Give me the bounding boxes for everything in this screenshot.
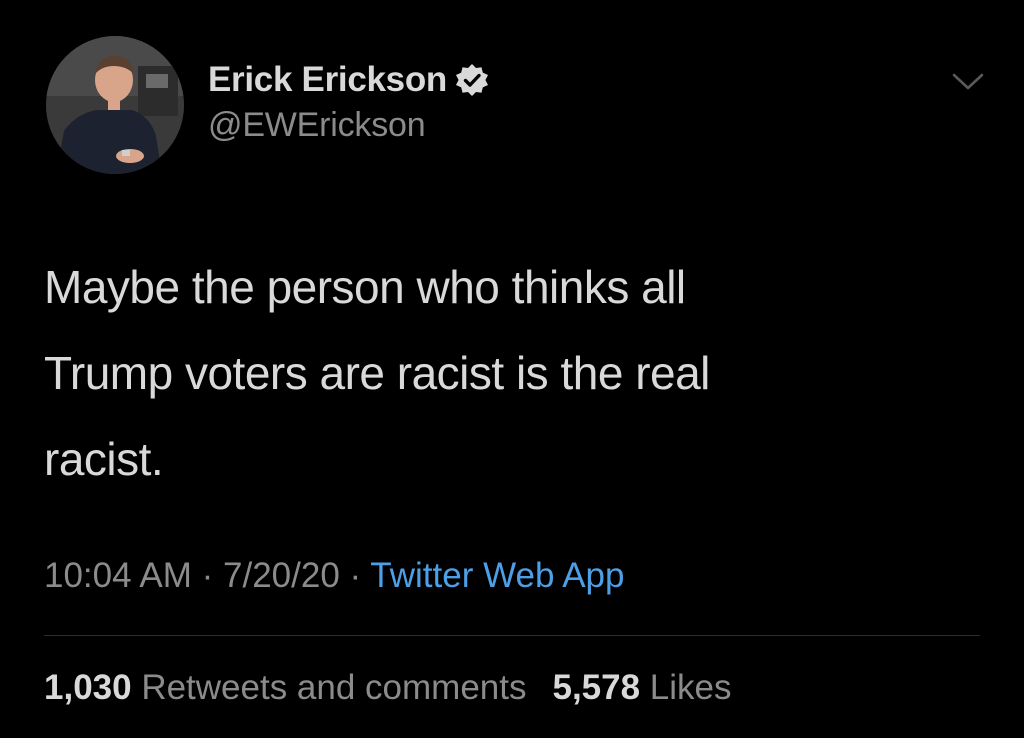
author-handle[interactable]: @EWErickson (208, 106, 489, 145)
avatar-photo (46, 36, 184, 174)
likes-count: 5,578 (552, 668, 650, 707)
divider (44, 635, 980, 636)
author-block: Erick Erickson @EWErickson (208, 56, 489, 145)
meta-separator: · (201, 556, 224, 595)
meta-separator: · (349, 556, 371, 595)
tweet-source-link[interactable]: Twitter Web App (370, 556, 624, 595)
tweet-time[interactable]: 10:04 AM (44, 556, 192, 595)
tweet-stats: 1,030 Retweets and comments 5,578 Likes (44, 668, 758, 708)
name-row: Erick Erickson (208, 56, 489, 104)
avatar[interactable] (46, 36, 184, 174)
chevron-down-icon[interactable] (948, 66, 988, 96)
tweet-card: Erick Erickson @EWErickson Maybe the per… (0, 0, 1024, 738)
tweet-text: Maybe the person who thinks all Trump vo… (44, 261, 710, 485)
likes-label: Likes (649, 668, 732, 707)
author-display-name[interactable]: Erick Erickson (208, 60, 447, 100)
retweets-stat[interactable]: 1,030 Retweets and comments (44, 668, 526, 708)
retweets-count: 1,030 (44, 668, 142, 707)
verified-badge-icon (455, 63, 489, 97)
tweet-meta: 10:04 AM · 7/20/20 · Twitter Web App (44, 556, 624, 596)
retweets-label: Retweets and comments (141, 668, 527, 707)
tweet-date[interactable]: 7/20/20 (223, 556, 340, 595)
likes-stat[interactable]: 5,578 Likes (552, 668, 731, 708)
